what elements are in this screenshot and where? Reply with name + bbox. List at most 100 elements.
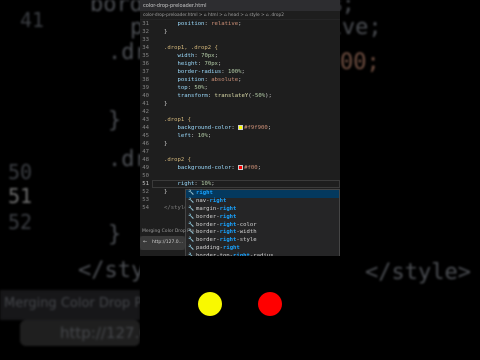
breadcrumb-path: color-drop-preloader.html > ⌂ html > ⌂ h… xyxy=(143,12,284,18)
code-text: width: 70px; xyxy=(177,53,218,59)
back-arrow-icon[interactable]: ← xyxy=(143,239,147,245)
code-line[interactable]: 42 xyxy=(140,108,340,116)
line-number: 54 xyxy=(142,205,149,211)
bg-line-number: 52 xyxy=(8,210,33,234)
suggestion-item[interactable]: 🔧 right xyxy=(186,190,339,198)
line-number: 42 xyxy=(142,109,149,115)
suggestion-label: border-right-width xyxy=(196,229,257,236)
line-number: 51 xyxy=(142,181,149,187)
bg-line: 00; xyxy=(340,50,380,75)
line-number: 47 xyxy=(142,149,149,155)
code-text: top: 50%; xyxy=(177,85,208,91)
line-number: 43 xyxy=(142,117,149,123)
code-line[interactable]: 50 xyxy=(140,172,340,180)
window-title: color-drop-preloader.html xyxy=(143,2,207,9)
suggestion-label: margin-right xyxy=(196,205,237,212)
bg-url: http://127.0 xyxy=(60,324,149,342)
suggestion-item[interactable]: 🔧 border-right-width xyxy=(186,229,339,237)
code-line[interactable]: 33 xyxy=(140,36,340,44)
suggestion-label: padding-right xyxy=(196,245,240,252)
code-text: border-radius: 100%; xyxy=(177,69,245,75)
code-line[interactable]: 31 position: relative; xyxy=(140,20,340,28)
code-line[interactable]: 47 xyxy=(140,148,340,156)
code-line[interactable]: 34 .drop1, .drop2 { xyxy=(140,44,340,52)
breadcrumb[interactable]: color-drop-preloader.html > ⌂ html > ⌂ h… xyxy=(140,11,340,20)
line-number: 40 xyxy=(142,93,149,99)
line-number: 37 xyxy=(142,69,149,75)
code-line[interactable]: 49 background-color: #f00; xyxy=(140,164,340,172)
code-text: background-color: #f00; xyxy=(177,165,261,171)
line-number: 46 xyxy=(142,141,149,147)
code-text: left: 10%; xyxy=(177,133,212,139)
bg-line-number: 50 xyxy=(8,160,33,184)
code-line[interactable]: 43 .drop1 { xyxy=(140,116,340,124)
suggestion-item[interactable]: 🔧 border-right-color xyxy=(186,222,339,230)
line-number: 52 xyxy=(142,189,149,195)
preview-area xyxy=(140,256,340,360)
bg-line: } xyxy=(108,108,122,133)
code-text: position: relative; xyxy=(177,21,242,27)
suggestion-item[interactable]: 🔧 border-right xyxy=(186,214,339,222)
line-number: 35 xyxy=(142,53,149,59)
red-drop xyxy=(258,292,282,316)
url-text: http://127.0... xyxy=(152,240,183,245)
code-line[interactable]: 45 left: 10%; xyxy=(140,132,340,140)
code-line[interactable]: 36 height: 70px; xyxy=(140,60,340,68)
code-line[interactable]: 35 width: 70px; xyxy=(140,52,340,60)
yellow-drop xyxy=(198,292,222,316)
suggestion-label: border-right-color xyxy=(196,221,257,228)
line-number: 39 xyxy=(142,85,149,91)
code-line[interactable]: 41} xyxy=(140,100,340,108)
address-bar[interactable]: ← http://127.0... xyxy=(140,236,185,250)
suggestion-item[interactable]: 🔧 nav-right xyxy=(186,198,339,206)
code-line[interactable]: 39 top: 50%; xyxy=(140,84,340,92)
suggestion-item[interactable]: 🔧 border-right-style xyxy=(186,237,339,245)
bg-line-number: 41 xyxy=(20,8,45,32)
line-number: 49 xyxy=(142,165,149,171)
line-number: 44 xyxy=(142,125,149,131)
code-line[interactable]: 32} xyxy=(140,28,340,36)
line-number: 48 xyxy=(142,157,149,163)
code-line[interactable]: 46} xyxy=(140,140,340,148)
code-line[interactable]: 38 position: absolute; xyxy=(140,76,340,84)
code-text: transform: translateY(-50%); xyxy=(177,93,272,99)
code-text: .drop1 { xyxy=(164,117,191,123)
code-text: .drop2 { xyxy=(164,157,191,163)
suggestion-label: border-right-style xyxy=(196,237,257,244)
code-text: position: absolute; xyxy=(177,77,242,83)
browser-tab-title[interactable]: Merging Color Drop Pre... xyxy=(142,229,199,234)
code-text: height: 70px; xyxy=(177,61,222,67)
suggestion-item[interactable]: 🔧 margin-right xyxy=(186,206,339,214)
code-text: } xyxy=(164,189,168,195)
wrench-icon: 🔧 xyxy=(188,245,195,252)
code-text: } xyxy=(164,29,168,35)
suggestion-item[interactable]: 🔧 padding-right xyxy=(186,245,339,253)
bg-line-number: 51 xyxy=(8,184,33,208)
code-line[interactable]: 44 background-color: #f9f900; xyxy=(140,124,340,132)
line-number: 38 xyxy=(142,77,149,83)
suggestion-label: right xyxy=(196,190,213,196)
suggestion-label: border-right xyxy=(196,213,237,220)
code-line[interactable]: 37 border-radius: 100%; xyxy=(140,68,340,76)
code-line[interactable]: 51 right: 10%; xyxy=(140,180,340,188)
line-number: 50 xyxy=(142,173,149,179)
code-editor[interactable]: 31 position: relative; 32} 33 34 .drop1, .dr… xyxy=(140,20,340,216)
browser-toolbar: ← http://127.0... xyxy=(140,236,185,250)
code-text: background-color: #f9f900; xyxy=(177,125,272,131)
code-text: } xyxy=(164,141,168,147)
wrench-icon: 🔧 xyxy=(188,197,195,204)
code-text: .drop1, .drop2 { xyxy=(164,45,218,51)
bg-line: } xyxy=(108,222,122,247)
line-number: 36 xyxy=(142,61,149,67)
wrench-icon: 🔧 xyxy=(188,205,195,212)
wrench-icon: 🔧 xyxy=(188,213,195,220)
suggestion-label: nav-right xyxy=(196,197,227,204)
line-number: 45 xyxy=(142,133,149,139)
bg-tab-title: Merging Color Drop Prel xyxy=(4,296,159,311)
code-line[interactable]: 40 transform: translateY(-50%); xyxy=(140,92,340,100)
code-line[interactable]: 48 .drop2 { xyxy=(140,156,340,164)
line-number: 33 xyxy=(142,37,149,43)
code-text: right: 10%; xyxy=(177,181,215,187)
code-text: } xyxy=(164,101,168,107)
line-number: 32 xyxy=(142,29,149,35)
